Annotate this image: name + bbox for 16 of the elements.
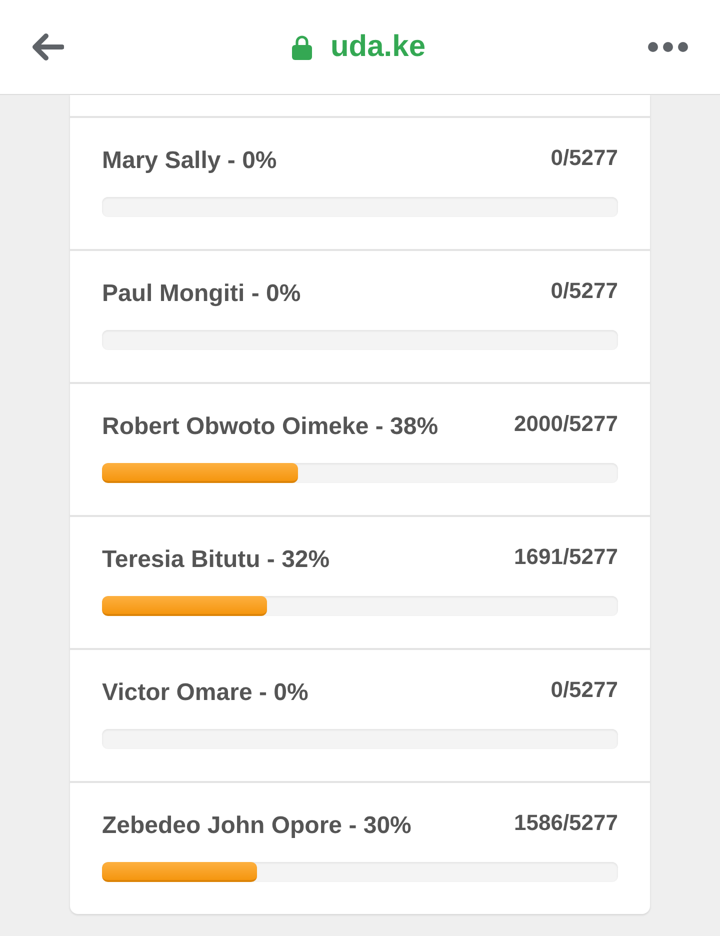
candidate-name: Paul Mongiti - 0% — [102, 279, 301, 309]
vote-count: 0/5277 — [550, 676, 618, 704]
more-options-icon[interactable] — [648, 42, 688, 52]
back-arrow-icon[interactable] — [32, 33, 64, 61]
lock-icon — [292, 34, 312, 60]
candidate-name: Mary Sally - 0% — [102, 146, 277, 176]
candidate-name: Zebedeo John Opore - 30% — [102, 811, 412, 841]
candidate-name: Robert Obwoto Oimeke - 38% — [102, 412, 438, 442]
vote-count: 2000/5277 — [514, 410, 618, 438]
vote-count: 1586/5277 — [514, 809, 618, 837]
vote-count: 0/5277 — [550, 277, 618, 305]
url-text[interactable]: uda.ke — [330, 29, 426, 65]
vote-count: 0/5277 — [550, 144, 618, 172]
candidate-name: Teresia Bitutu - 32% — [102, 545, 330, 575]
candidate-name: Victor Omare - 0% — [102, 678, 308, 708]
vote-count: 1691/5277 — [514, 543, 618, 571]
